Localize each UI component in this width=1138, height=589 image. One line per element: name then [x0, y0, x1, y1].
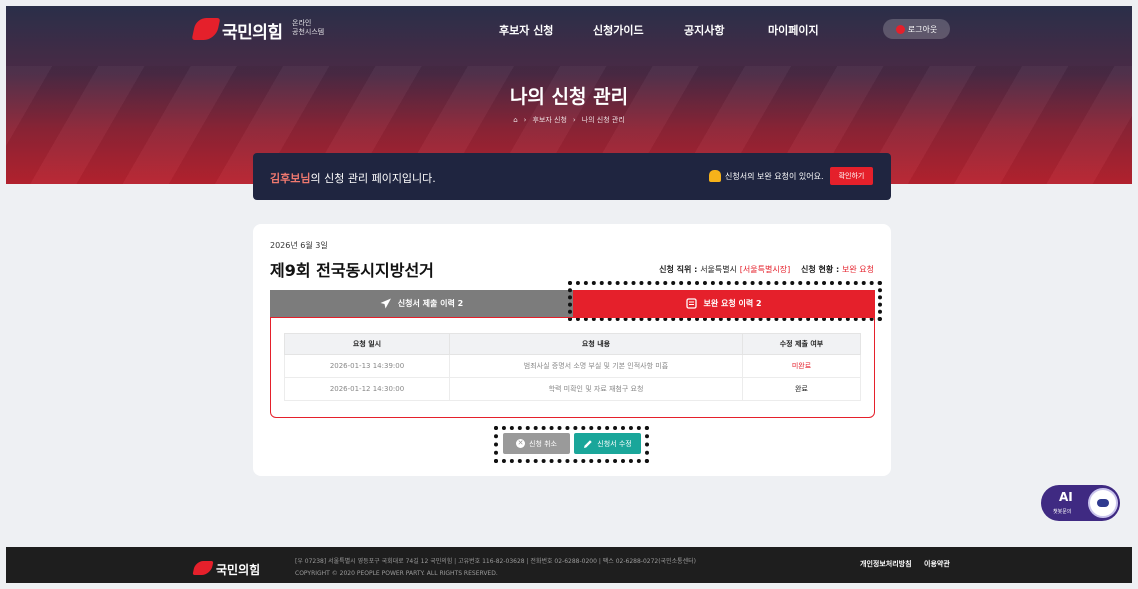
- privacy-policy-link[interactable]: 개인정보처리방침: [860, 559, 912, 569]
- bell-icon: [709, 170, 721, 182]
- ai-chatbot-button[interactable]: AI 챗봇문의: [1041, 485, 1120, 521]
- check-button[interactable]: 확인하기: [830, 167, 873, 185]
- breadcrumb-item[interactable]: 후보자 신청: [532, 116, 566, 124]
- request-datetime: 2026-01-12 14:30:00: [284, 377, 450, 401]
- submission-status: 미완료: [742, 354, 861, 378]
- welcome-message: 김후보님의 신청 관리 페이지입니다.: [270, 172, 436, 185]
- page-title: 나의 신청 관리: [509, 86, 629, 108]
- footer-address: [우 07238] 서울특별시 영등포구 국회대로 74길 12 국민의힘 | …: [295, 558, 697, 565]
- footer-info: [우 07238] 서울특별시 영등포구 국회대로 74길 12 국민의힘 | …: [295, 556, 696, 580]
- request-content: 학력 미확인 및 자료 재첨구 요청: [449, 377, 743, 401]
- nav-item-apply[interactable]: 후보자 신청: [499, 22, 553, 38]
- column-header: 수정 제출 여부: [742, 333, 861, 355]
- column-header: 요청 내용: [449, 333, 743, 355]
- party-logo-icon[interactable]: [191, 18, 221, 40]
- request-content: 범죄사실 증명서 소명 부실 및 기본 인적사항 미흡: [449, 354, 743, 378]
- application-date: 2026년 6월 3일: [270, 241, 328, 250]
- close-icon: ✕: [516, 439, 525, 448]
- document-icon: [686, 298, 698, 309]
- nav-item-guide[interactable]: 신청가이드: [593, 22, 644, 38]
- footer: 국민의힘 [우 07238] 서울특별시 영등포구 국회대로 74길 12 국민…: [6, 547, 1132, 583]
- request-datetime: 2026-01-13 14:39:00: [284, 354, 450, 378]
- table-header-row: 요청 일시 요청 내용 수정 제출 여부: [284, 333, 861, 355]
- home-icon[interactable]: ⌂: [513, 116, 517, 124]
- chatbot-label: 챗봇문의: [1053, 509, 1072, 515]
- application-meta: 신청 직위 : 서울특별시 [서울특별시장] 신청 현황 : 보완 요청: [659, 265, 874, 274]
- status-badge: 보완 요청: [842, 265, 874, 274]
- election-title: 제9회 전국동시지방선거: [270, 261, 434, 280]
- table-row: 2026-01-13 14:39:00 범죄사실 증명서 소명 부실 및 기본 …: [284, 354, 861, 378]
- cancel-application-button[interactable]: ✕ 신청 취소: [503, 433, 570, 454]
- position-detail: [서울특별시장]: [739, 265, 791, 274]
- breadcrumb: ⌂ › 후보자 신청 › 나의 신청 관리: [513, 116, 625, 124]
- top-nav: 국민의힘 온라인 공천시스템 후보자 신청 신청가이드 공지사항 마이페이지 로…: [6, 6, 1132, 52]
- revision-table: 요청 일시 요청 내용 수정 제출 여부 2026-01-13 14:39:00…: [284, 333, 861, 401]
- terms-link[interactable]: 이용약관: [924, 559, 950, 569]
- logo-text[interactable]: 국민의힘: [222, 18, 283, 43]
- edit-application-button[interactable]: 신청서 수정: [574, 433, 641, 454]
- chatbot-title: AI: [1059, 490, 1073, 504]
- tab-submission-history[interactable]: 신청서 제출 이력 2: [270, 290, 573, 317]
- footer-logo-icon: [192, 561, 214, 575]
- nav-item-notice[interactable]: 공지사항: [684, 22, 724, 38]
- send-icon: [380, 298, 391, 309]
- footer-logo-text: 국민의힘: [216, 563, 261, 577]
- breadcrumb-current: 나의 신청 관리: [581, 116, 625, 124]
- submission-status: 완료: [742, 377, 861, 401]
- welcome-bar: 김후보님의 신청 관리 페이지입니다. 신청서의 보완 요청이 있어요. 확인하…: [253, 153, 891, 200]
- revision-history-panel: 요청 일시 요청 내용 수정 제출 여부 2026-01-13 14:39:00…: [270, 317, 875, 418]
- logout-button[interactable]: 로그아웃: [883, 19, 950, 39]
- tab-revision-history[interactable]: 보완 요청 이력 2: [573, 290, 875, 317]
- logo-subtitle: 온라인 공천시스템: [292, 19, 325, 36]
- application-card: 2026년 6월 3일 제9회 전국동시지방선거 신청 직위 : 서울특별시 […: [253, 224, 891, 476]
- nav-item-mypage[interactable]: 마이페이지: [768, 22, 819, 38]
- column-header: 요청 일시: [284, 333, 450, 355]
- footer-copyright: COPYRIGHT © 2020 PEOPLE POWER PARTY. ALL…: [295, 570, 498, 577]
- table-row: 2026-01-12 14:30:00 학력 미확인 및 자료 재첨구 요청 완…: [284, 377, 861, 401]
- revision-notice: 신청서의 보완 요청이 있어요.: [709, 170, 824, 182]
- user-name: 김후보님: [270, 172, 311, 185]
- power-icon: [895, 24, 905, 34]
- robot-icon: [1088, 488, 1118, 518]
- pencil-icon: [584, 439, 592, 448]
